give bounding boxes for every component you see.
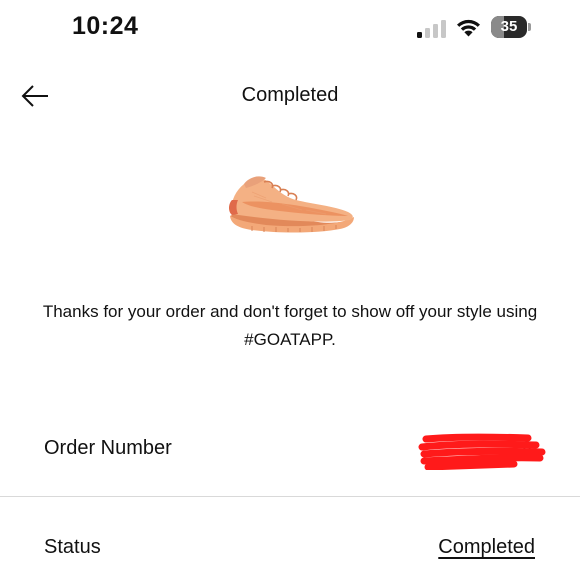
cellular-signal-icon (417, 20, 446, 38)
status-row: Status Completed (0, 518, 580, 578)
battery-body: 35 (491, 16, 527, 38)
order-number-row: Order Number 8 (0, 420, 580, 497)
battery-level: 35 (500, 18, 518, 35)
status-label: Status (44, 536, 101, 558)
thank-you-message: Thanks for your order and don't forget t… (42, 302, 538, 349)
order-number-label: Order Number (44, 437, 172, 459)
wifi-icon (457, 19, 480, 37)
status-time: 10:24 (72, 12, 139, 40)
order-number-value: 8 (418, 432, 546, 470)
status-value-link[interactable]: Completed (438, 536, 535, 559)
page-title: Completed (241, 84, 339, 106)
battery-icon: 35 (491, 16, 533, 38)
battery-cap (528, 23, 531, 31)
status-bar: 10:24 35 (0, 0, 580, 56)
sneaker-image (229, 176, 354, 233)
redaction-scribble (418, 433, 546, 470)
